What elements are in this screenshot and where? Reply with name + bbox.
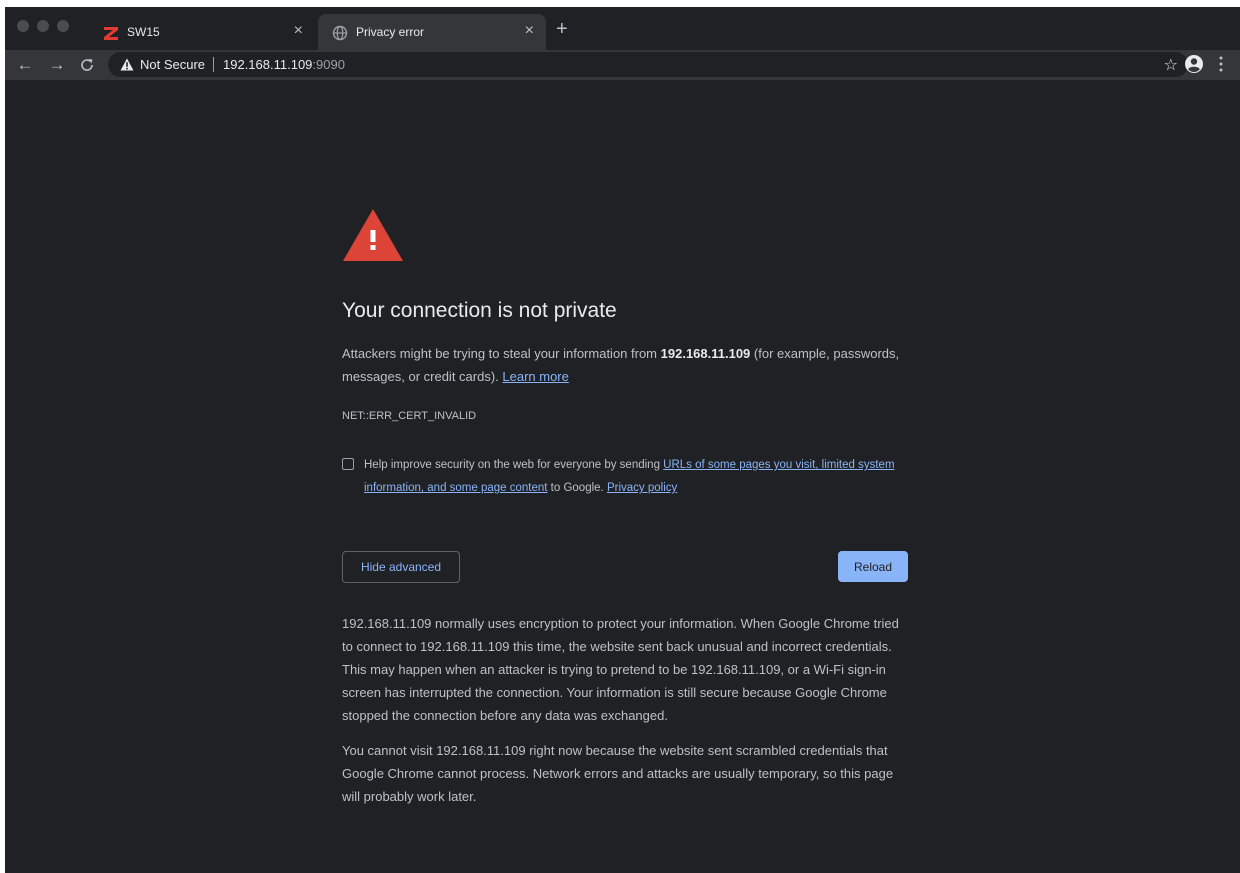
advanced-details: 192.168.11.109 normally uses encryption … xyxy=(342,612,912,820)
extended-reporting-optin: Help improve security on the web for eve… xyxy=(342,454,912,500)
tab-close-button[interactable]: × xyxy=(525,23,534,39)
back-button[interactable]: ← xyxy=(15,55,35,75)
url-host: 192.168.11.109 xyxy=(223,57,313,72)
bookmark-star-icon[interactable]: ☆ xyxy=(1164,55,1178,75)
main-message: Attackers might be trying to steal your … xyxy=(342,342,912,388)
address-bar[interactable]: Not Secure 192.168.11.109:9090 ☆ xyxy=(108,52,1188,77)
maximize-window-button[interactable] xyxy=(57,20,69,32)
optin-label: Help improve security on the web for eve… xyxy=(364,454,912,500)
reload-icon[interactable] xyxy=(79,57,95,73)
tab-sw15[interactable]: SW15 × xyxy=(89,14,315,50)
toolbar: ← → Not Secure 192.168.11.109:9090 ☆ xyxy=(5,50,1240,80)
page-title: Your connection is not private xyxy=(342,299,617,322)
error-code: NET::ERR_CERT_INVALID xyxy=(342,410,477,422)
details-paragraph: 192.168.11.109 normally uses encryption … xyxy=(342,616,899,723)
privacy-policy-link[interactable]: Privacy policy xyxy=(607,482,677,494)
browser-window: SW15 × Privacy error × + ← → Not Secure … xyxy=(5,7,1240,873)
host-name: 192.168.11.109 xyxy=(660,346,751,361)
tab-privacy-error[interactable]: Privacy error × xyxy=(318,14,546,50)
new-tab-button[interactable]: + xyxy=(556,19,568,39)
warning-icon[interactable] xyxy=(120,58,134,71)
page-content: Your connection is not private Attackers… xyxy=(5,80,1240,873)
reload-button[interactable]: Reload xyxy=(838,551,908,582)
learn-more-link[interactable]: Learn more xyxy=(502,369,568,384)
tab-close-button[interactable]: × xyxy=(294,23,303,39)
omnibox-divider xyxy=(213,57,214,72)
optin-text: to Google. xyxy=(547,482,607,494)
optin-text: Help improve security on the web for eve… xyxy=(364,459,664,471)
extended-reporting-checkbox[interactable] xyxy=(342,458,354,470)
hide-advanced-button[interactable]: Hide advanced xyxy=(342,551,460,583)
forward-button[interactable]: → xyxy=(47,55,67,75)
url-text[interactable]: 192.168.11.109:9090 xyxy=(223,57,345,72)
main-message-text: Attackers might be trying to steal your … xyxy=(342,346,661,361)
tab-title: Privacy error xyxy=(356,25,425,39)
close-window-button[interactable] xyxy=(17,20,29,32)
z-logo-icon xyxy=(104,27,118,40)
minimize-window-button[interactable] xyxy=(37,20,49,32)
details-paragraph: You cannot visit 192.168.11.109 right no… xyxy=(342,743,894,804)
tab-strip: SW15 × Privacy error × + xyxy=(5,7,1240,50)
globe-icon xyxy=(332,25,348,41)
menu-kebab-icon[interactable] xyxy=(1218,54,1224,74)
tab-title: SW15 xyxy=(127,25,160,39)
warning-triangle-icon xyxy=(343,209,403,261)
security-status-label[interactable]: Not Secure xyxy=(140,57,205,72)
profile-avatar-icon[interactable] xyxy=(1184,54,1204,74)
url-port: :9090 xyxy=(312,57,345,72)
